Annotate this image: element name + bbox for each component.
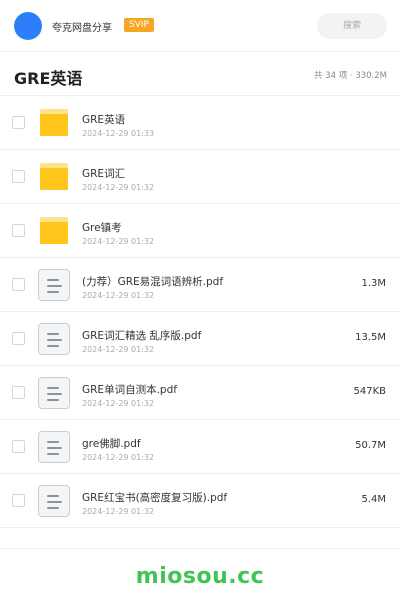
item-date: 2024-12-29 01:32 — [82, 237, 155, 246]
folder-icon — [38, 107, 70, 139]
item-name: GRE红宝书(高密度复习版).pdf — [82, 492, 228, 504]
folder-icon — [38, 215, 70, 247]
item-name: (力荐）GRE易混词语辨析.pdf — [82, 276, 224, 288]
page-title: GRE英语 — [14, 69, 83, 88]
list-item[interactable]: GRE红宝书(高密度复习版).pdf 2024-12-29 01:32 5.4M — [0, 474, 400, 528]
folder-icon — [38, 161, 70, 193]
item-size: 547KB — [353, 386, 386, 397]
select-checkbox[interactable] — [12, 224, 25, 237]
file-list: GRE英语 2024-12-29 01:33 GRE词汇 2024-12-29 01:… — [0, 96, 400, 528]
select-checkbox[interactable] — [12, 278, 25, 291]
item-date: 2024-12-29 01:32 — [82, 507, 155, 516]
item-date: 2024-12-29 01:32 — [82, 345, 155, 354]
svip-badge: SVIP — [124, 18, 154, 32]
footer: miosou.cc — [0, 548, 400, 600]
document-icon — [38, 377, 70, 409]
avatar[interactable] — [14, 12, 42, 40]
document-icon — [38, 269, 70, 301]
select-checkbox[interactable] — [12, 386, 25, 399]
watermark-text: miosou.cc — [135, 564, 265, 589]
item-size: 13.5M — [355, 332, 386, 343]
item-date: 2024-12-29 01:32 — [82, 291, 155, 300]
item-name: Gre镇考 — [82, 222, 122, 234]
document-icon — [38, 323, 70, 355]
item-date: 2024-12-29 01:32 — [82, 183, 155, 192]
item-size: 5.4M — [361, 494, 386, 505]
select-checkbox[interactable] — [12, 332, 25, 345]
select-checkbox[interactable] — [12, 170, 25, 183]
item-name: GRE词汇 — [82, 168, 126, 180]
item-date: 2024-12-29 01:32 — [82, 399, 155, 408]
item-name: GRE单词自测本.pdf — [82, 384, 177, 396]
folder-summary: 共 34 项 · 330.2M — [314, 71, 387, 81]
list-item[interactable]: GRE英语 2024-12-29 01:33 — [0, 96, 400, 150]
document-icon — [38, 431, 70, 463]
app-name: 夸克网盘分享 — [52, 23, 112, 34]
document-icon — [38, 485, 70, 517]
select-checkbox[interactable] — [12, 116, 25, 129]
item-date: 2024-12-29 01:32 — [82, 453, 155, 462]
app-header: 夸克网盘分享 SVIP — [0, 0, 400, 52]
folder-title-bar: GRE英语 共 34 项 · 330.2M — [0, 53, 400, 96]
list-item[interactable]: (力荐）GRE易混词语辨析.pdf 2024-12-29 01:32 1.3M — [0, 258, 400, 312]
list-item[interactable]: Gre镇考 2024-12-29 01:32 — [0, 204, 400, 258]
select-checkbox[interactable] — [12, 440, 25, 453]
select-checkbox[interactable] — [12, 494, 25, 507]
list-item[interactable]: GRE词汇精选 乱序版.pdf 2024-12-29 01:32 13.5M — [0, 312, 400, 366]
item-date: 2024-12-29 01:33 — [82, 129, 155, 138]
list-item[interactable]: gre佛脚.pdf 2024-12-29 01:32 50.7M — [0, 420, 400, 474]
item-size: 1.3M — [361, 278, 386, 289]
search-input[interactable] — [317, 13, 387, 39]
item-name: gre佛脚.pdf — [82, 438, 141, 450]
item-size: 50.7M — [355, 440, 386, 451]
item-name: GRE英语 — [82, 114, 126, 126]
item-name: GRE词汇精选 乱序版.pdf — [82, 330, 202, 342]
list-item[interactable]: GRE单词自测本.pdf 2024-12-29 01:32 547KB — [0, 366, 400, 420]
list-item[interactable]: GRE词汇 2024-12-29 01:32 — [0, 150, 400, 204]
